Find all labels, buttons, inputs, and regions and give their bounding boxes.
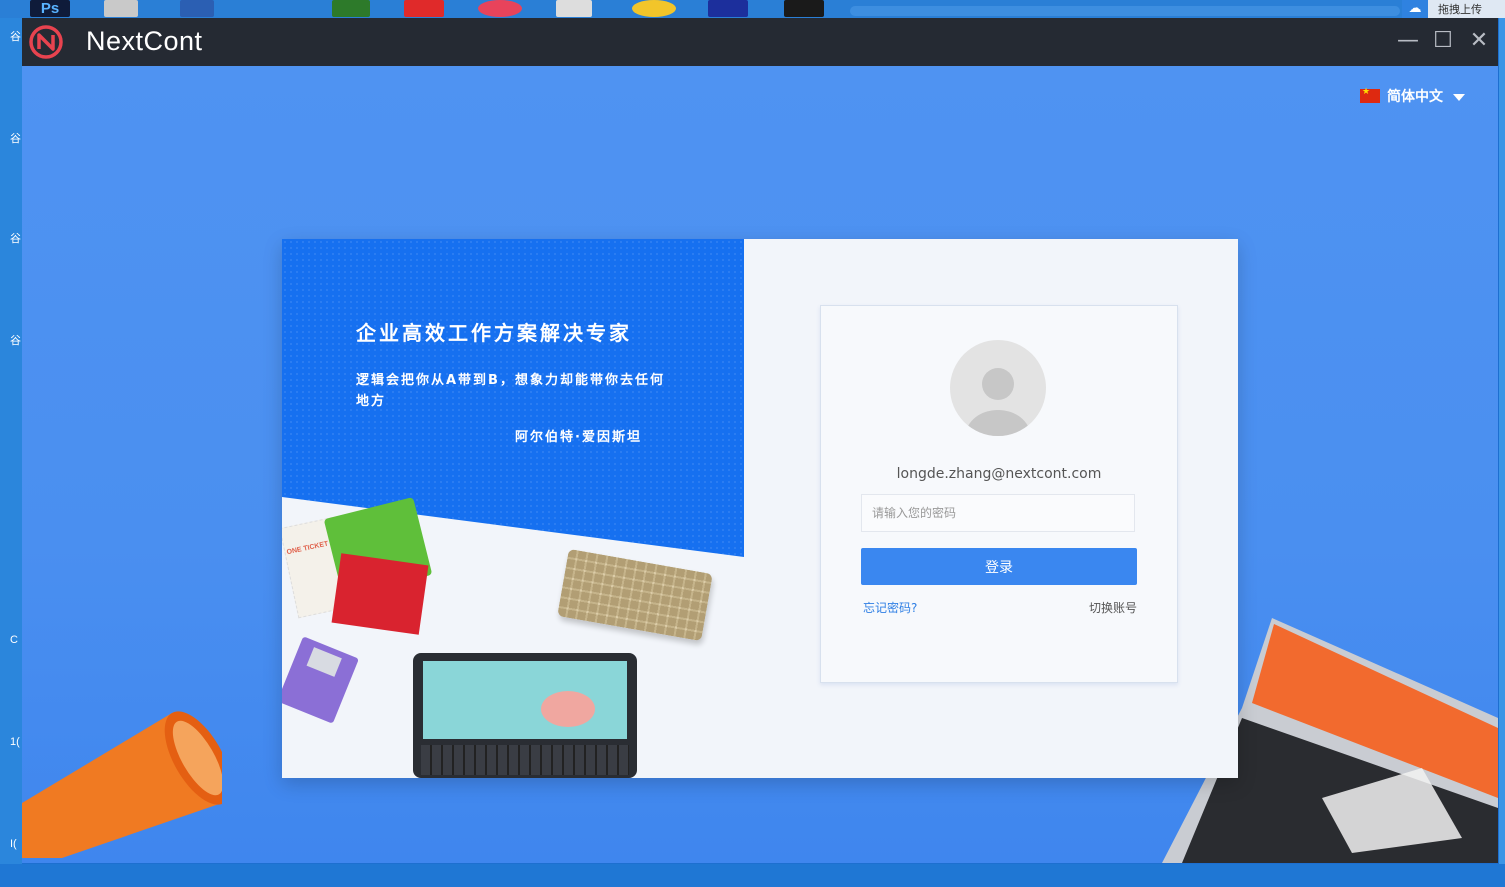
brain-image [541, 691, 595, 727]
cn-flag-icon [1360, 87, 1380, 103]
promo-author: 阿尔伯特·爱因斯坦 [515, 430, 642, 445]
title-bar[interactable]: NextCont — ☐ ✕ [22, 18, 1498, 66]
desktop-icon-label: 谷 [10, 233, 21, 245]
password-field[interactable] [861, 494, 1135, 532]
megaphone-illustration [22, 711, 222, 858]
desktop-bottom-strip [0, 864, 1505, 887]
keyboard-image [557, 548, 713, 642]
desktop-window-edge [850, 6, 1400, 16]
floppy-disk-image [282, 636, 359, 724]
red-ticket-image [331, 553, 429, 635]
promo-title: 企业高效工作方案解决专家 [356, 321, 632, 345]
desktop-app-icon[interactable] [708, 0, 748, 17]
tablet-keyboard [421, 745, 629, 775]
app-title: NextCont [86, 26, 203, 56]
upload-label: 拖拽上传 [1438, 4, 1482, 16]
caret-down-icon [1453, 94, 1465, 101]
desktop-app-icon[interactable] [404, 0, 444, 17]
account-email: longde.zhang@nextcont.com [896, 466, 1102, 482]
minimize-button[interactable]: — [1396, 30, 1420, 54]
desktop-app-icon[interactable] [556, 0, 592, 17]
language-selector[interactable]: 简体中文 [1360, 86, 1465, 106]
app-window: NextCont — ☐ ✕ 简体中文 企业高效工作方案解决专家 逻辑会把你从A… [22, 18, 1498, 863]
desktop-right-strip [1499, 18, 1505, 887]
forgot-password-link[interactable]: 忘记密码? [863, 599, 917, 616]
login-card: 企业高效工作方案解决专家 逻辑会把你从A带到B，想象力却能带你去任何地方 阿尔伯… [282, 239, 1238, 778]
login-form: longde.zhang@nextcont.com 登录 忘记密码? 切换账号 [820, 305, 1178, 683]
desktop-icon-label: 谷 [10, 133, 21, 145]
desktop-icon-label: 谷 [10, 335, 21, 347]
word-icon[interactable] [180, 0, 214, 17]
nextcont-logo-icon [29, 25, 63, 59]
login-button[interactable]: 登录 [861, 548, 1137, 585]
photoshop-icon[interactable]: Ps [30, 0, 70, 17]
desktop-icon-label: C [10, 634, 18, 646]
switch-account-link[interactable]: 切换账号 [1089, 599, 1137, 616]
maximize-button[interactable]: ☐ [1431, 30, 1455, 54]
close-button[interactable]: ✕ [1467, 30, 1491, 54]
language-label: 简体中文 [1387, 89, 1443, 105]
desktop-icon-label: 1( [10, 736, 20, 748]
desktop-app-icon[interactable] [332, 0, 370, 17]
promo-quote: 逻辑会把你从A带到B，想象力却能带你去任何地方 [356, 373, 665, 409]
avatar-head [982, 368, 1014, 400]
upload-widget[interactable]: ☁ 拖拽上传 [1402, 0, 1505, 18]
desktop-taskbar-strip: Ps ☁ 拖拽上传 [0, 0, 1505, 18]
tablet-image [413, 653, 637, 778]
tablet-screen [423, 661, 627, 739]
desktop-icon-label: 谷 [10, 31, 21, 43]
desktop-left-strip: 谷 谷 谷 谷 C 1( I( [0, 18, 22, 887]
desktop-app-icon[interactable] [632, 0, 676, 17]
login-panel: longde.zhang@nextcont.com 登录 忘记密码? 切换账号 [744, 239, 1238, 778]
desktop-app-icon[interactable] [104, 0, 138, 17]
cloud-icon: ☁ [1402, 0, 1428, 18]
promo-panel: 企业高效工作方案解决专家 逻辑会把你从A带到B，想象力却能带你去任何地方 阿尔伯… [282, 239, 744, 778]
desktop-app-icon[interactable] [784, 0, 824, 17]
user-avatar-icon [950, 340, 1046, 436]
avatar-body [966, 410, 1030, 436]
desktop-app-icon[interactable] [478, 0, 522, 17]
desktop-icon-label: I( [10, 838, 17, 850]
